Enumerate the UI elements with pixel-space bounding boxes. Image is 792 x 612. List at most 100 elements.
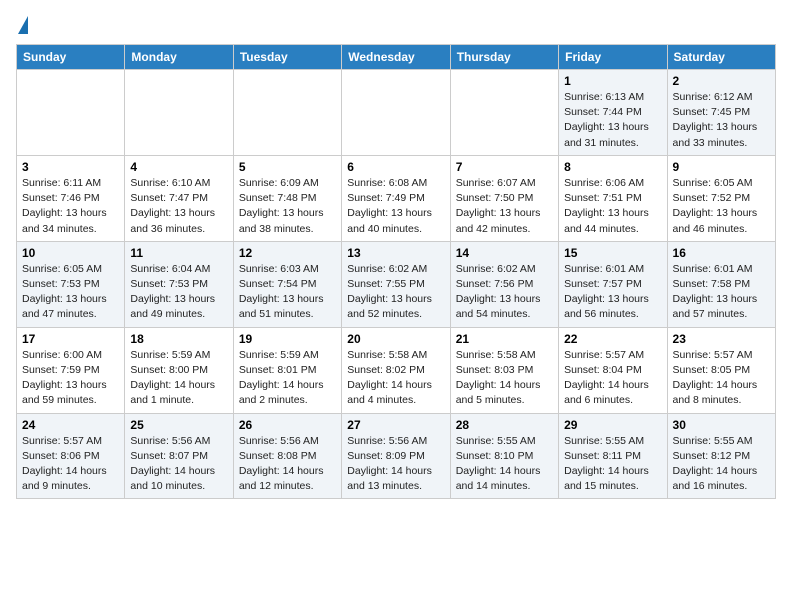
day-number: 14	[456, 246, 553, 260]
day-number: 29	[564, 418, 661, 432]
day-info: Sunrise: 6:11 AM Sunset: 7:46 PM Dayligh…	[22, 176, 119, 237]
day-info: Sunrise: 6:09 AM Sunset: 7:48 PM Dayligh…	[239, 176, 336, 237]
calendar-cell: 12 Sunrise: 6:03 AM Sunset: 7:54 PM Dayli…	[233, 241, 341, 327]
calendar-cell: 2 Sunrise: 6:12 AM Sunset: 7:45 PM Daylig…	[667, 70, 775, 156]
weekday-header: Sunday	[17, 45, 125, 70]
calendar-cell: 7 Sunrise: 6:07 AM Sunset: 7:50 PM Daylig…	[450, 155, 558, 241]
calendar-cell	[233, 70, 341, 156]
day-number: 27	[347, 418, 444, 432]
calendar-cell: 6 Sunrise: 6:08 AM Sunset: 7:49 PM Daylig…	[342, 155, 450, 241]
day-info: Sunrise: 6:02 AM Sunset: 7:55 PM Dayligh…	[347, 262, 444, 323]
day-info: Sunrise: 5:55 AM Sunset: 8:11 PM Dayligh…	[564, 434, 661, 495]
day-info: Sunrise: 5:55 AM Sunset: 8:10 PM Dayligh…	[456, 434, 553, 495]
calendar-week-row: 1 Sunrise: 6:13 AM Sunset: 7:44 PM Daylig…	[17, 70, 776, 156]
day-number: 24	[22, 418, 119, 432]
calendar-cell: 5 Sunrise: 6:09 AM Sunset: 7:48 PM Daylig…	[233, 155, 341, 241]
day-number: 9	[673, 160, 770, 174]
calendar-cell: 26Sunrise: 5:56 AM Sunset: 8:08 PM Dayli…	[233, 413, 341, 499]
day-number: 11	[130, 246, 227, 260]
day-info: Sunrise: 5:57 AM Sunset: 8:05 PM Dayligh…	[673, 348, 770, 409]
day-number: 18	[130, 332, 227, 346]
day-number: 25	[130, 418, 227, 432]
day-info: Sunrise: 5:56 AM Sunset: 8:09 PM Dayligh…	[347, 434, 444, 495]
calendar-cell: 14 Sunrise: 6:02 AM Sunset: 7:56 PM Dayli…	[450, 241, 558, 327]
calendar-cell: 27 Sunrise: 5:56 AM Sunset: 8:09 PM Dayli…	[342, 413, 450, 499]
calendar-cell: 20 Sunrise: 5:58 AM Sunset: 8:02 PM Dayli…	[342, 327, 450, 413]
calendar-cell: 30 Sunrise: 5:55 AM Sunset: 8:12 PM Dayli…	[667, 413, 775, 499]
day-info: Sunrise: 6:03 AM Sunset: 7:54 PM Dayligh…	[239, 262, 336, 323]
calendar-cell: 16 Sunrise: 6:01 AM Sunset: 7:58 PM Dayli…	[667, 241, 775, 327]
calendar-cell	[450, 70, 558, 156]
calendar-cell: 23Sunrise: 5:57 AM Sunset: 8:05 PM Dayli…	[667, 327, 775, 413]
calendar-table: SundayMondayTuesdayWednesdayThursdayFrid…	[16, 44, 776, 499]
calendar-cell: 29 Sunrise: 5:55 AM Sunset: 8:11 PM Dayli…	[559, 413, 667, 499]
day-info: Sunrise: 6:02 AM Sunset: 7:56 PM Dayligh…	[456, 262, 553, 323]
day-info: Sunrise: 6:01 AM Sunset: 7:58 PM Dayligh…	[673, 262, 770, 323]
day-info: Sunrise: 6:08 AM Sunset: 7:49 PM Dayligh…	[347, 176, 444, 237]
day-number: 5	[239, 160, 336, 174]
calendar-week-row: 17Sunrise: 6:00 AM Sunset: 7:59 PM Dayli…	[17, 327, 776, 413]
day-info: Sunrise: 6:05 AM Sunset: 7:52 PM Dayligh…	[673, 176, 770, 237]
day-info: Sunrise: 5:58 AM Sunset: 8:03 PM Dayligh…	[456, 348, 553, 409]
day-number: 10	[22, 246, 119, 260]
day-info: Sunrise: 6:06 AM Sunset: 7:51 PM Dayligh…	[564, 176, 661, 237]
day-number: 30	[673, 418, 770, 432]
day-number: 7	[456, 160, 553, 174]
day-info: Sunrise: 6:04 AM Sunset: 7:53 PM Dayligh…	[130, 262, 227, 323]
day-info: Sunrise: 5:58 AM Sunset: 8:02 PM Dayligh…	[347, 348, 444, 409]
day-number: 19	[239, 332, 336, 346]
calendar-cell: 24Sunrise: 5:57 AM Sunset: 8:06 PM Dayli…	[17, 413, 125, 499]
calendar-cell: 21 Sunrise: 5:58 AM Sunset: 8:03 PM Dayli…	[450, 327, 558, 413]
calendar-cell: 19Sunrise: 5:59 AM Sunset: 8:01 PM Dayli…	[233, 327, 341, 413]
day-info: Sunrise: 6:01 AM Sunset: 7:57 PM Dayligh…	[564, 262, 661, 323]
calendar-week-row: 10 Sunrise: 6:05 AM Sunset: 7:53 PM Dayli…	[17, 241, 776, 327]
calendar-cell: 10 Sunrise: 6:05 AM Sunset: 7:53 PM Dayli…	[17, 241, 125, 327]
day-info: Sunrise: 5:56 AM Sunset: 8:07 PM Dayligh…	[130, 434, 227, 495]
day-number: 22	[564, 332, 661, 346]
calendar-week-row: 3 Sunrise: 6:11 AM Sunset: 7:46 PM Daylig…	[17, 155, 776, 241]
day-info: Sunrise: 5:56 AM Sunset: 8:08 PM Dayligh…	[239, 434, 336, 495]
day-number: 13	[347, 246, 444, 260]
day-info: Sunrise: 5:55 AM Sunset: 8:12 PM Dayligh…	[673, 434, 770, 495]
page-header	[16, 16, 776, 36]
calendar-cell: 9 Sunrise: 6:05 AM Sunset: 7:52 PM Daylig…	[667, 155, 775, 241]
calendar-cell: 28 Sunrise: 5:55 AM Sunset: 8:10 PM Dayli…	[450, 413, 558, 499]
day-number: 20	[347, 332, 444, 346]
day-number: 28	[456, 418, 553, 432]
weekday-header: Wednesday	[342, 45, 450, 70]
day-number: 8	[564, 160, 661, 174]
weekday-header: Saturday	[667, 45, 775, 70]
day-number: 12	[239, 246, 336, 260]
day-info: Sunrise: 6:12 AM Sunset: 7:45 PM Dayligh…	[673, 90, 770, 151]
day-number: 17	[22, 332, 119, 346]
day-number: 1	[564, 74, 661, 88]
logo	[16, 16, 28, 36]
day-number: 3	[22, 160, 119, 174]
day-number: 21	[456, 332, 553, 346]
weekday-header: Tuesday	[233, 45, 341, 70]
calendar-cell: 13 Sunrise: 6:02 AM Sunset: 7:55 PM Dayli…	[342, 241, 450, 327]
weekday-header: Thursday	[450, 45, 558, 70]
calendar-week-row: 24Sunrise: 5:57 AM Sunset: 8:06 PM Dayli…	[17, 413, 776, 499]
day-number: 6	[347, 160, 444, 174]
day-info: Sunrise: 6:13 AM Sunset: 7:44 PM Dayligh…	[564, 90, 661, 151]
calendar-cell: 8 Sunrise: 6:06 AM Sunset: 7:51 PM Daylig…	[559, 155, 667, 241]
calendar-cell: 1 Sunrise: 6:13 AM Sunset: 7:44 PM Daylig…	[559, 70, 667, 156]
calendar-cell: 15 Sunrise: 6:01 AM Sunset: 7:57 PM Dayli…	[559, 241, 667, 327]
calendar-cell: 4Sunrise: 6:10 AM Sunset: 7:47 PM Daylig…	[125, 155, 233, 241]
day-info: Sunrise: 6:07 AM Sunset: 7:50 PM Dayligh…	[456, 176, 553, 237]
day-number: 15	[564, 246, 661, 260]
calendar-cell	[125, 70, 233, 156]
day-number: 16	[673, 246, 770, 260]
calendar-header-row: SundayMondayTuesdayWednesdayThursdayFrid…	[17, 45, 776, 70]
day-info: Sunrise: 6:05 AM Sunset: 7:53 PM Dayligh…	[22, 262, 119, 323]
logo-triangle-icon	[18, 16, 28, 34]
weekday-header: Monday	[125, 45, 233, 70]
day-number: 2	[673, 74, 770, 88]
calendar-cell	[342, 70, 450, 156]
calendar-cell: 11 Sunrise: 6:04 AM Sunset: 7:53 PM Dayli…	[125, 241, 233, 327]
day-info: Sunrise: 6:10 AM Sunset: 7:47 PM Dayligh…	[130, 176, 227, 237]
calendar-cell: 18Sunrise: 5:59 AM Sunset: 8:00 PM Dayli…	[125, 327, 233, 413]
weekday-header: Friday	[559, 45, 667, 70]
day-info: Sunrise: 5:57 AM Sunset: 8:04 PM Dayligh…	[564, 348, 661, 409]
